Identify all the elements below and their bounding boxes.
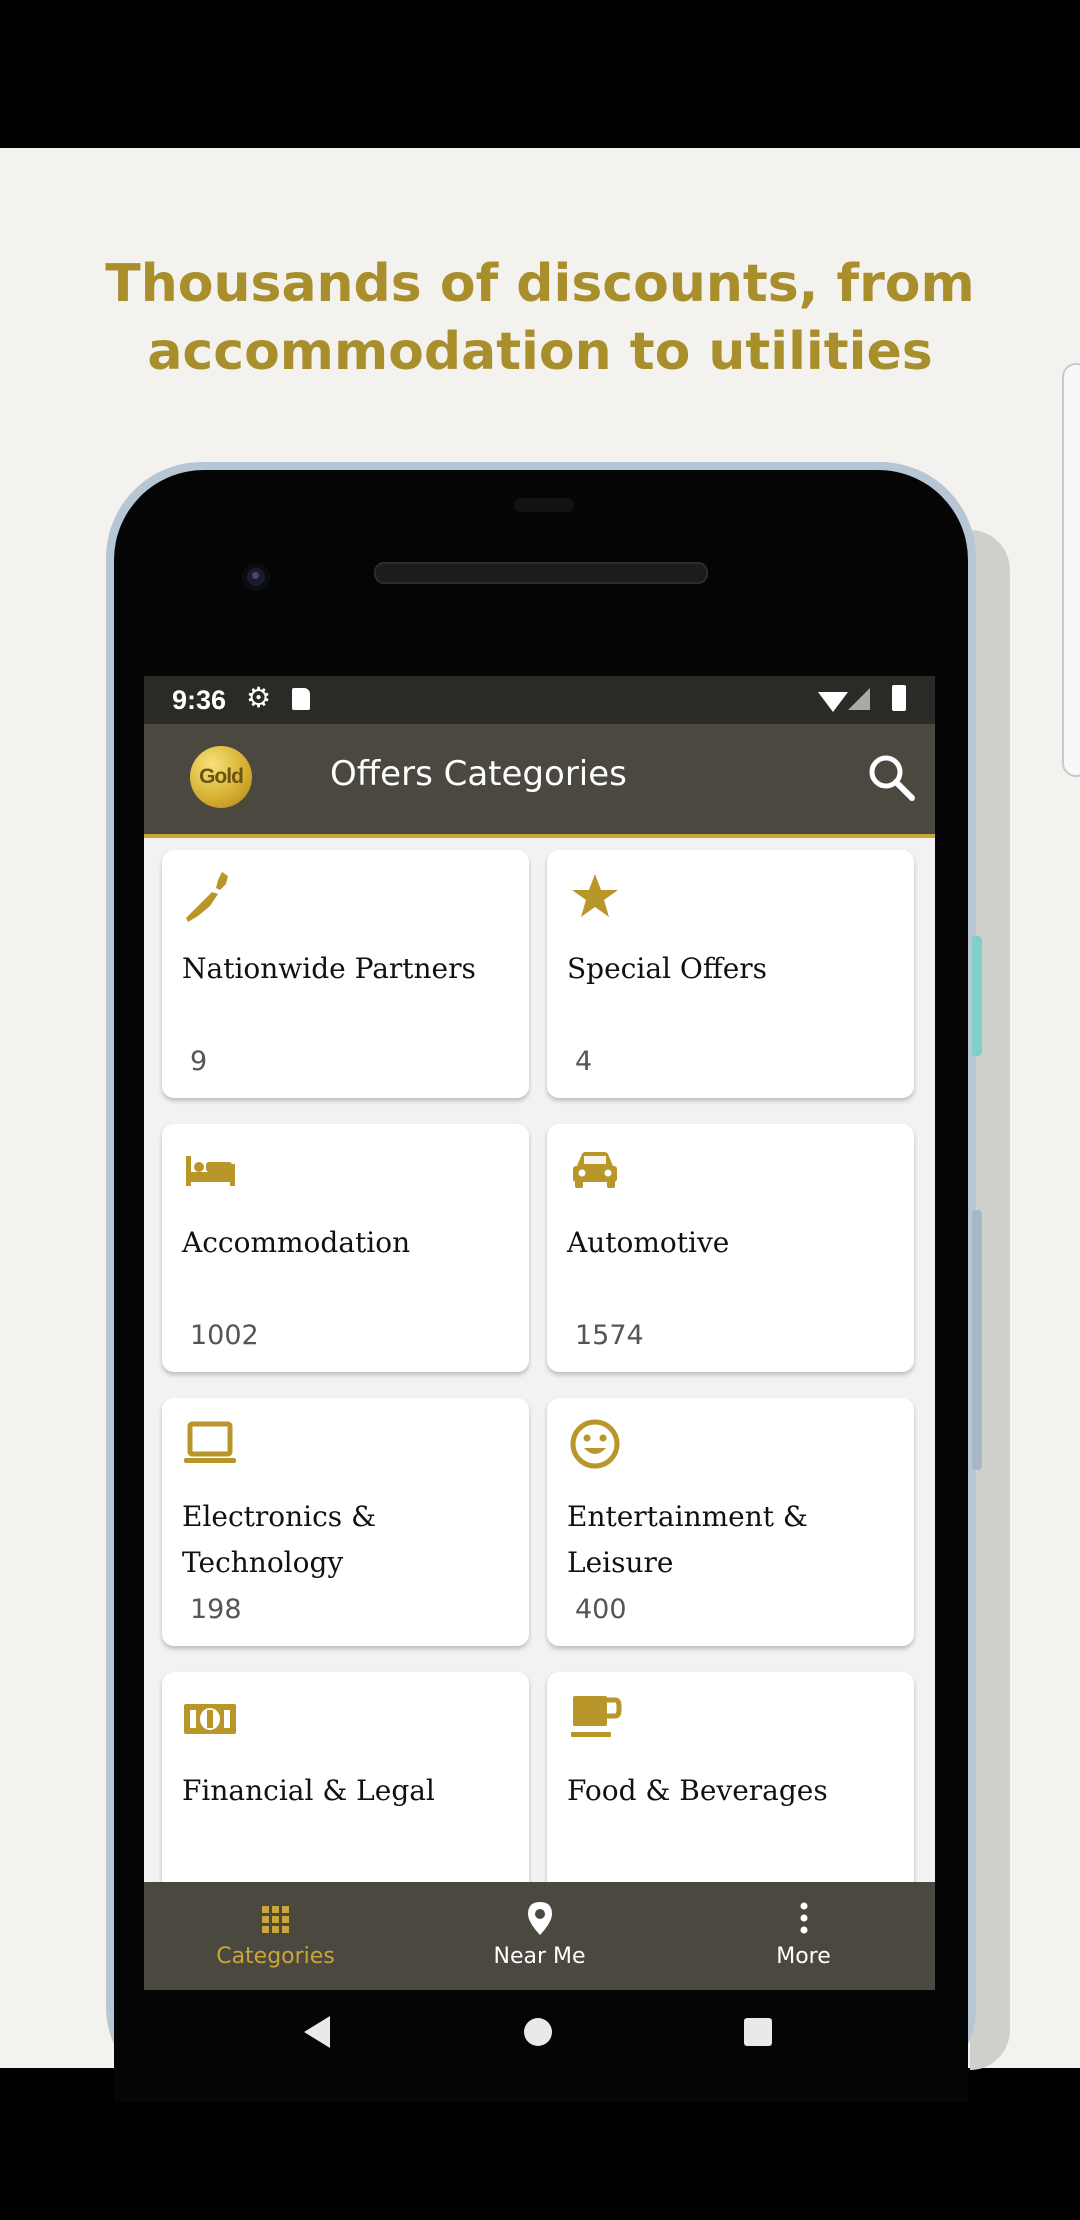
coffee-cup-icon: [571, 1696, 622, 1737]
nav-more[interactable]: More: [672, 1882, 935, 1990]
gold-logo[interactable]: Gold: [190, 746, 252, 808]
nav-near-me[interactable]: Near Me: [408, 1882, 671, 1990]
card-count: 1574: [575, 1320, 644, 1351]
card-title: Special Offers: [567, 946, 897, 992]
app-bar: Gold Offers Categories: [144, 724, 935, 838]
star-icon: [572, 874, 618, 917]
card-title-line: Leisure: [567, 1546, 674, 1579]
card-title: Accommodation: [182, 1220, 512, 1266]
gear-icon: ⚙: [246, 682, 272, 713]
location-pin-icon: [528, 1902, 552, 1935]
card-title: Food & Beverages: [567, 1768, 897, 1814]
page-title: Offers Categories: [330, 754, 627, 794]
card-count: 4: [575, 1046, 593, 1077]
volume-button: [972, 1210, 982, 1470]
card-title: Electronics & Technology: [182, 1494, 512, 1586]
front-camera: [242, 563, 270, 591]
signal-icon: [848, 688, 870, 710]
card-title-line: Technology: [182, 1546, 344, 1579]
nav-label: Near Me: [493, 1944, 586, 1969]
logo-text: Gold: [199, 765, 244, 788]
nav-categories[interactable]: Categories: [144, 1882, 407, 1990]
card-title-line: Special Offers: [567, 952, 768, 985]
recent-apps-icon[interactable]: [744, 2018, 772, 2046]
category-card-financial-legal[interactable]: Financial & Legal: [162, 1672, 529, 1902]
status-time: 9:36: [172, 685, 227, 715]
system-navigation-bar: [144, 1990, 935, 2070]
more-vertical-icon: [800, 1902, 808, 1934]
card-title: Entertainment & Leisure: [567, 1494, 897, 1586]
headline-line-2: accommodation to utilities: [147, 322, 933, 382]
card-title: Automotive: [567, 1220, 897, 1266]
laptop-icon: [184, 1421, 236, 1463]
card-title-line: Entertainment &: [567, 1500, 808, 1533]
category-card-special-offers[interactable]: Special Offers 4: [547, 850, 914, 1098]
card-title-line: Financial & Legal: [182, 1774, 435, 1807]
side-tab-handle[interactable]: [1062, 363, 1080, 777]
speaker-grille: [374, 562, 708, 584]
new-zealand-map-icon: [186, 872, 228, 922]
power-button: [972, 936, 982, 1056]
car-icon: [573, 1152, 617, 1188]
phone-screen: 9:36 ⚙ Gold Offers Categories Nationwide…: [144, 676, 935, 2070]
card-count: 198: [190, 1594, 242, 1625]
card-title-line: Accommodation: [182, 1226, 411, 1259]
grid-icon: [262, 1906, 289, 1933]
card-title-line: Food & Beverages: [567, 1774, 828, 1807]
category-card-electronics-technology[interactable]: Electronics & Technology 198: [162, 1398, 529, 1646]
card-count: 1002: [190, 1320, 259, 1351]
category-card-food-beverages[interactable]: Food & Beverages: [547, 1672, 914, 1902]
category-card-entertainment-leisure[interactable]: Entertainment & Leisure 400: [547, 1398, 914, 1646]
battery-icon: [892, 685, 906, 711]
wifi-icon: [818, 692, 848, 712]
earpiece: [514, 498, 574, 512]
back-icon[interactable]: [304, 2016, 330, 2048]
card-title: Nationwide Partners: [182, 946, 512, 992]
card-title: Financial & Legal: [182, 1768, 512, 1814]
category-card-automotive[interactable]: Automotive 1574: [547, 1124, 914, 1372]
bottom-navigation: Categories Near Me More: [144, 1882, 935, 1990]
nav-label: More: [776, 1944, 831, 1969]
headline-line-1: Thousands of discounts, from: [105, 254, 975, 314]
status-bar: 9:36 ⚙: [144, 676, 935, 724]
money-icon: [184, 1704, 236, 1734]
category-card-nationwide-partners[interactable]: Nationwide Partners 9: [162, 850, 529, 1098]
home-icon[interactable]: [524, 2018, 552, 2046]
card-title-line: Nationwide Partners: [182, 952, 476, 985]
card-title-line: Automotive: [567, 1226, 730, 1259]
bed-icon: [186, 1156, 235, 1186]
sd-card-icon: [292, 688, 310, 710]
search-icon[interactable]: [862, 748, 922, 808]
card-count: 9: [190, 1046, 208, 1077]
promo-headline: Thousands of discounts, from accommodati…: [0, 250, 1080, 386]
card-title-line: Electronics &: [182, 1500, 377, 1533]
nav-label: Categories: [216, 1944, 335, 1969]
card-count: 400: [575, 1594, 627, 1625]
smiley-icon: [570, 1419, 620, 1469]
category-card-accommodation[interactable]: Accommodation 1002: [162, 1124, 529, 1372]
